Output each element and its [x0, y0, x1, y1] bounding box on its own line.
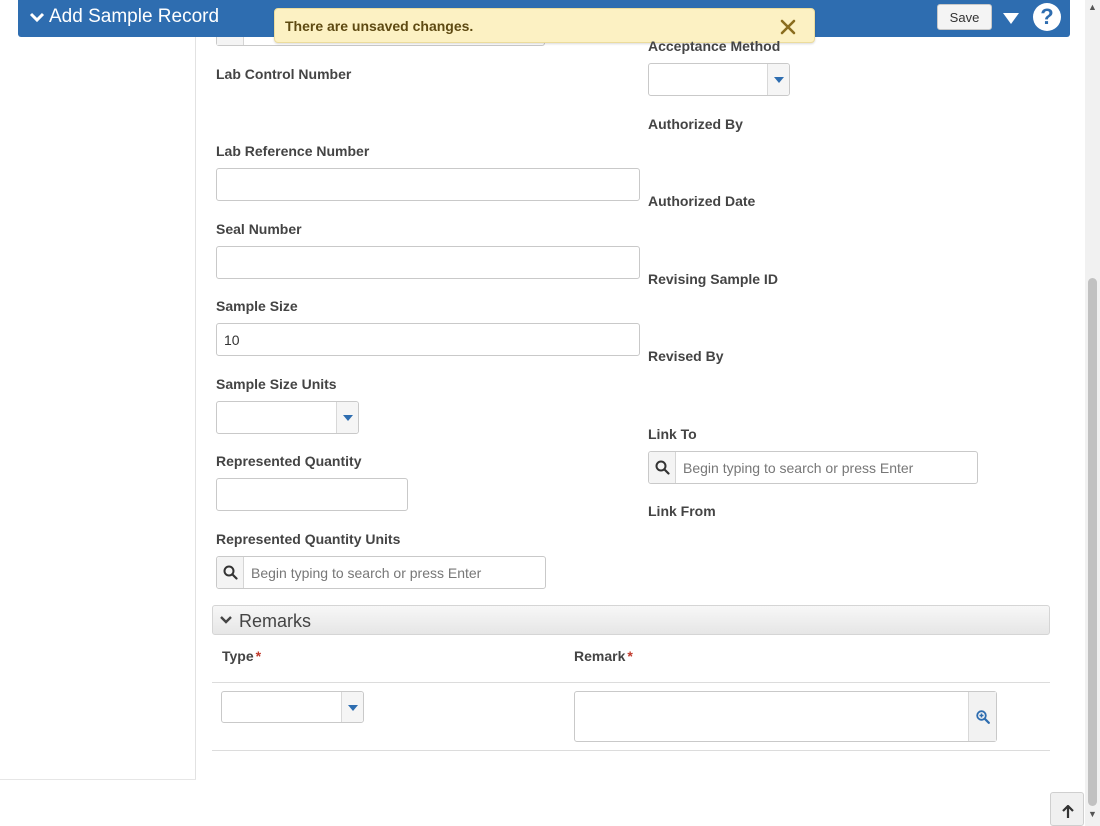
panel-title: Add Sample Record: [49, 6, 220, 27]
zoom-in-icon: [976, 710, 990, 724]
search-icon-wrap: [217, 557, 244, 588]
caret-down-icon: [774, 77, 784, 83]
caret-down-icon[interactable]: [1002, 11, 1020, 25]
help-icon[interactable]: ?: [1033, 3, 1061, 31]
sample-size-label: Sample Size: [216, 298, 298, 314]
represented-quantity-label: Represented Quantity: [216, 453, 362, 469]
sample-size-units-select[interactable]: [216, 401, 359, 434]
required-marker: *: [627, 648, 633, 664]
link-to-search[interactable]: [648, 451, 978, 484]
scroll-down-arrow-icon[interactable]: ▼: [1088, 809, 1097, 819]
required-marker: *: [255, 648, 262, 664]
represented-quantity-units-label: Represented Quantity Units: [216, 531, 401, 547]
back-to-top-button[interactable]: [1050, 792, 1084, 826]
link-from-label: Link From: [648, 503, 716, 519]
table-divider: [212, 750, 1050, 751]
dropdown-toggle[interactable]: [336, 402, 358, 433]
remark-type-select[interactable]: [221, 691, 364, 723]
seal-number-input[interactable]: [216, 246, 640, 279]
revising-sample-id-label: Revising Sample ID: [648, 271, 778, 287]
dropdown-toggle[interactable]: [767, 64, 789, 95]
represented-quantity-input[interactable]: [216, 478, 408, 511]
represented-quantity-units-input[interactable]: [245, 557, 541, 588]
left-sidebar: [0, 0, 196, 780]
dropdown-toggle[interactable]: [341, 692, 363, 722]
expand-remark-button[interactable]: [968, 692, 996, 741]
lab-control-number-label: Lab Control Number: [216, 66, 352, 82]
acceptance-method-select[interactable]: [648, 63, 790, 96]
toast-message: There are unsaved changes.: [285, 18, 474, 34]
lab-reference-number-input[interactable]: [216, 168, 640, 201]
sample-size-units-label: Sample Size Units: [216, 376, 337, 392]
remarks-section-header[interactable]: Remarks: [212, 605, 1050, 635]
link-to-label: Link To: [648, 426, 697, 442]
caret-down-icon: [348, 705, 358, 711]
authorized-date-label: Authorized Date: [648, 193, 756, 209]
chevron-down-icon[interactable]: [29, 9, 45, 25]
seal-number-label: Seal Number: [216, 221, 302, 237]
remarks-section-title: Remarks: [239, 611, 312, 631]
remark-header-text: Remark: [574, 648, 626, 664]
save-button[interactable]: Save: [937, 4, 992, 30]
chevron-down-icon[interactable]: [220, 614, 232, 626]
authorized-by-label: Authorized By: [648, 116, 743, 132]
link-to-input[interactable]: [677, 452, 973, 483]
vertical-scrollbar[interactable]: ▲ ▼: [1085, 0, 1100, 826]
remark-column-header: Remark *: [574, 648, 633, 664]
search-icon: [223, 565, 238, 580]
arrow-up-icon: [1062, 805, 1074, 818]
sidebar-divider: [0, 779, 196, 780]
table-divider: [212, 682, 1050, 683]
search-icon-wrap: [649, 452, 676, 483]
search-icon: [655, 460, 670, 475]
revised-by-label: Revised By: [648, 348, 724, 364]
remark-textarea-wrapper: [574, 691, 997, 742]
scroll-thumb[interactable]: [1088, 278, 1097, 806]
caret-down-icon: [343, 415, 353, 421]
sample-size-input[interactable]: [216, 323, 640, 356]
close-icon[interactable]: [780, 19, 796, 35]
scroll-up-arrow-icon[interactable]: ▲: [1088, 2, 1097, 12]
acceptance-method-label: Acceptance Method: [648, 38, 781, 54]
represented-quantity-units-search[interactable]: [216, 556, 546, 589]
type-column-header: Type *: [222, 648, 261, 664]
remark-textarea[interactable]: [575, 692, 968, 741]
lab-reference-number-label: Lab Reference Number: [216, 143, 370, 159]
type-header-text: Type: [222, 648, 254, 664]
